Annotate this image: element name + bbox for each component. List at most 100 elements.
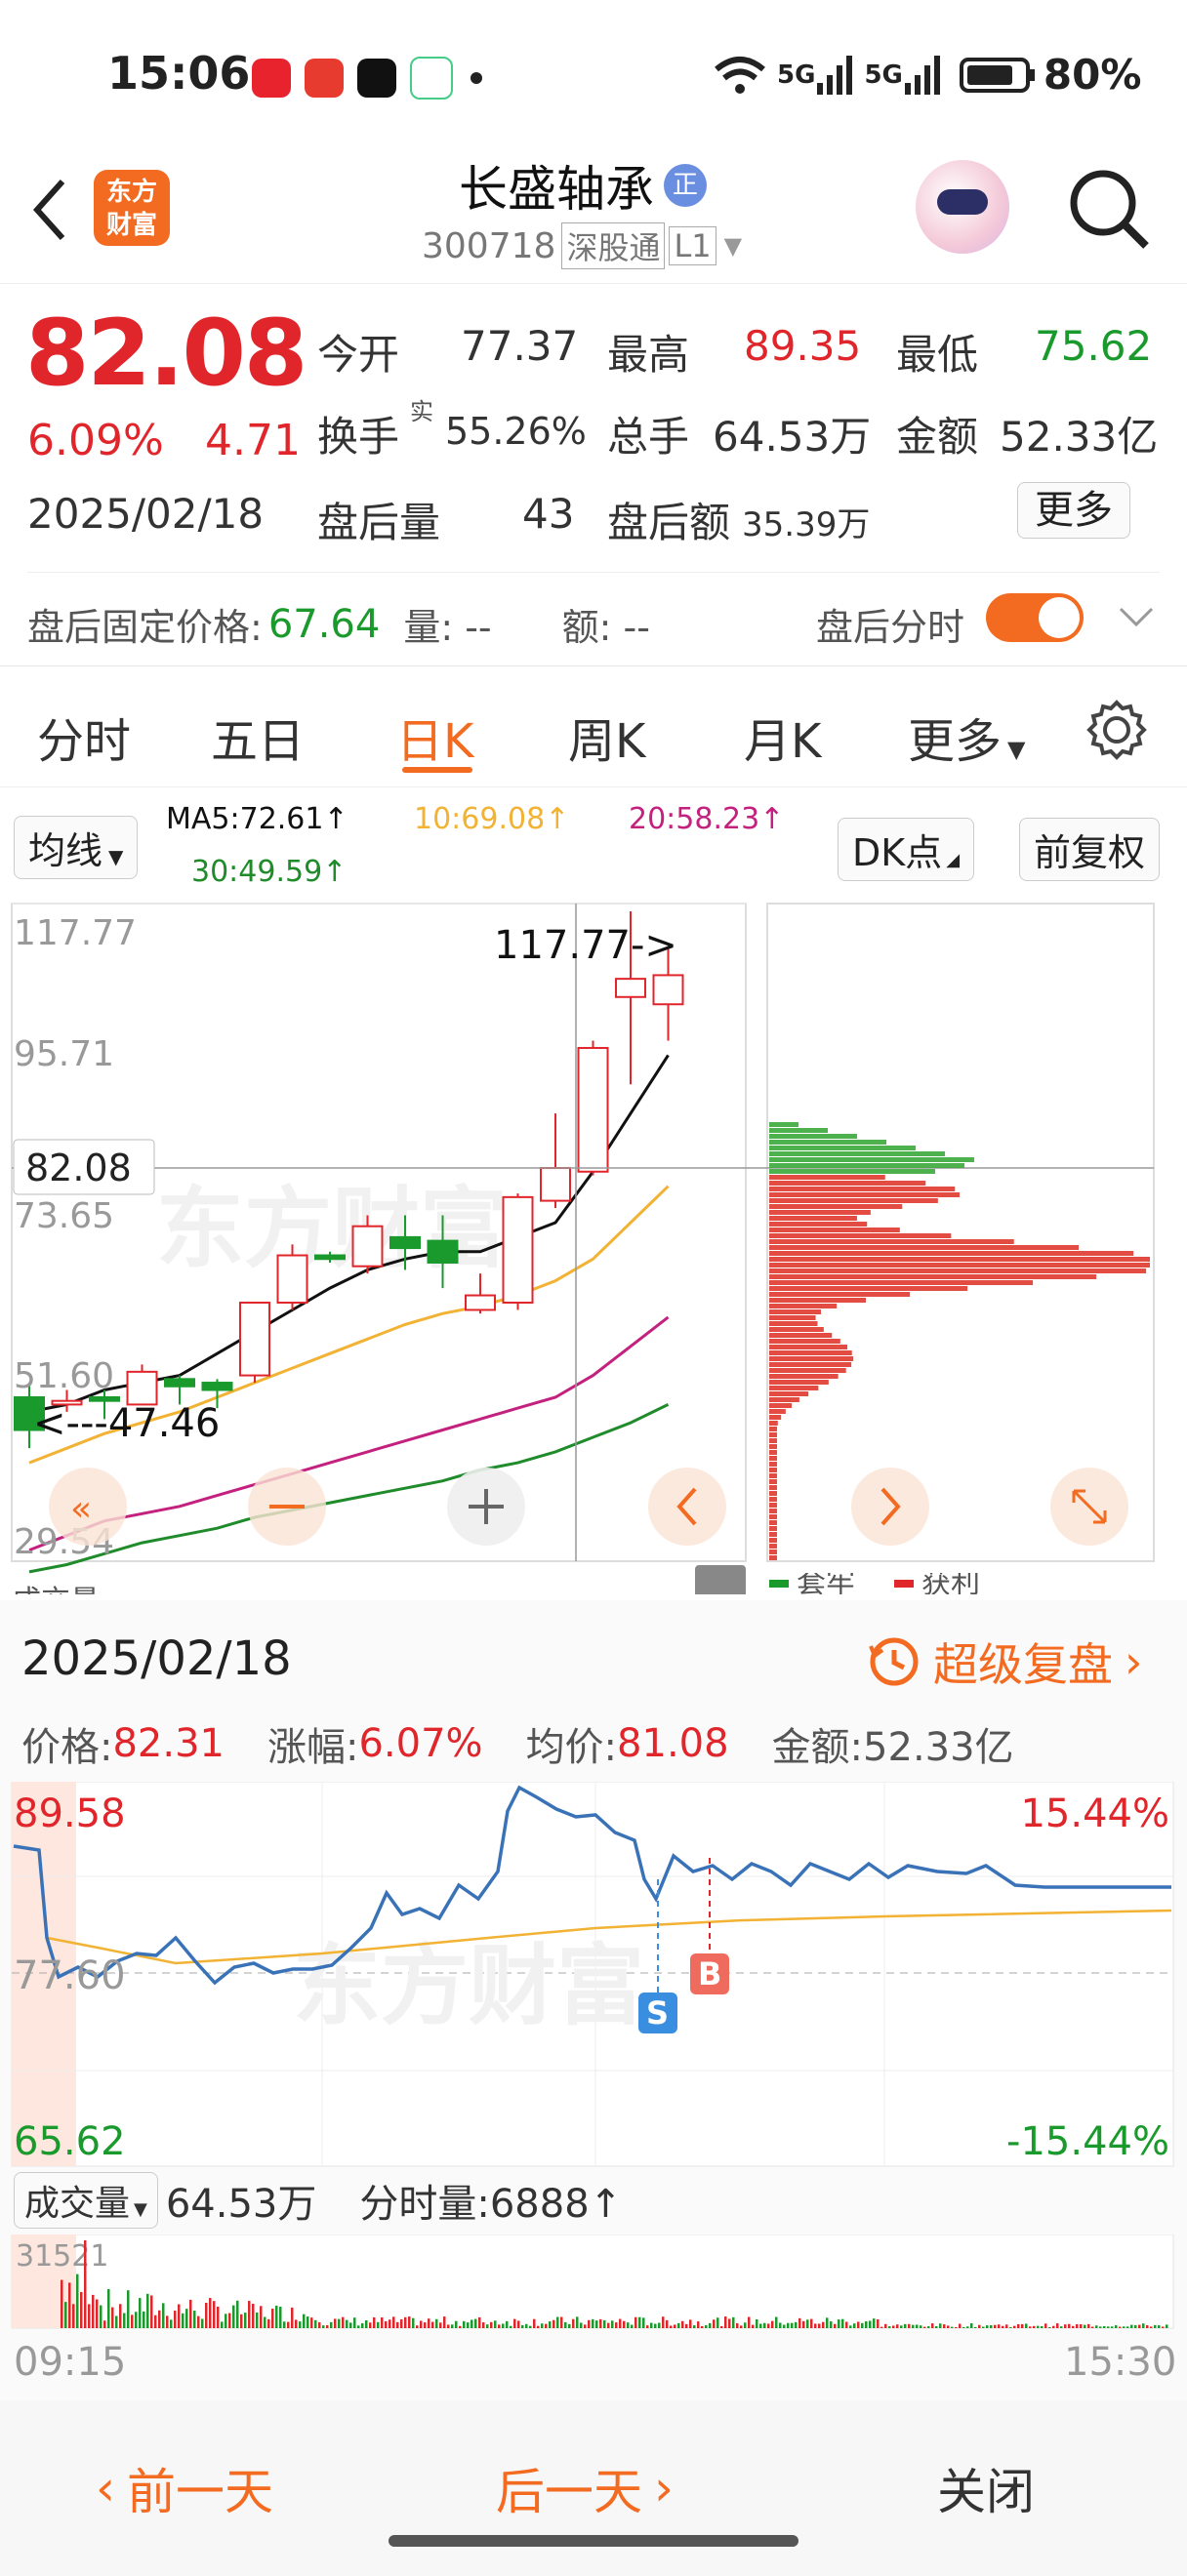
fixed-price-label: 盘后固定价格: (27, 606, 263, 649)
quote-date: 2025/02/18 (27, 490, 265, 538)
minute-avg-label: 均价: (525, 1725, 618, 1770)
tab-minute[interactable]: 分时 (37, 703, 131, 771)
dropdown-icon[interactable]: ▼ (724, 232, 742, 260)
chip-bar-profit (769, 1304, 838, 1308)
min-annotation: <---47.46 (33, 1401, 220, 1446)
volume-bar (709, 2322, 712, 2328)
volume-bar (1103, 2325, 1106, 2328)
chevron-down-icon[interactable] (1117, 605, 1156, 630)
more-button[interactable]: 更多 (1017, 482, 1130, 539)
chip-bar-profit (769, 1415, 782, 1420)
prev-day-button[interactable]: ‹ 前一天 (96, 2453, 273, 2523)
volume-bar (158, 2310, 161, 2328)
next-candle-button[interactable] (851, 1468, 929, 1546)
volume-bar (1087, 2323, 1090, 2328)
volume-bar (966, 2326, 969, 2328)
ma-selector[interactable]: 均线 ▼ (14, 816, 139, 879)
volume-bar (564, 2321, 567, 2328)
volume-bar (1162, 2326, 1165, 2328)
volume-bar (802, 2320, 805, 2328)
chip-bar-loss (769, 1169, 935, 1174)
signal-label-1: 5G (777, 60, 816, 90)
volume-bar (127, 2290, 130, 2328)
tab-active-indicator (402, 767, 472, 773)
ma10-legend: 10:69.08↑ (414, 802, 570, 836)
volume-bar (681, 2320, 684, 2328)
kline-y-label: 117.77 (14, 913, 137, 953)
volume-bar (838, 2319, 840, 2328)
close-button[interactable]: 关闭 (937, 2453, 1035, 2523)
kline-chart[interactable]: 东方财富 117.77 95.71 73.65 51.60 29.54 82.0… (0, 898, 1187, 1600)
chip-bar-loss (769, 1151, 945, 1156)
chip-bar-profit (769, 1427, 777, 1431)
volume-bar (865, 2321, 868, 2328)
volume-bar (931, 2323, 934, 2328)
chip-bar-profit (769, 1315, 816, 1320)
minute-volume-total: 64.53万 (165, 2182, 317, 2227)
volume-bar (545, 2323, 548, 2328)
volume-bar (182, 2313, 184, 2328)
chip-bar-profit (769, 1374, 839, 1379)
volume-bar (880, 2326, 883, 2328)
minute-volume-selector[interactable]: 成交量 ▼ (14, 2172, 158, 2229)
collapse-handle[interactable] (695, 1565, 746, 1594)
volume-bar (111, 2307, 114, 2328)
volume-bar (861, 2322, 864, 2328)
volume-bar (1068, 2323, 1071, 2328)
volume-bar (537, 2325, 540, 2328)
volume-bar (474, 2318, 477, 2328)
volume-bar (752, 2324, 755, 2328)
volume-bar (228, 2313, 231, 2328)
tab-monthly-k[interactable]: 月K (744, 703, 821, 771)
chevron-left-icon[interactable] (27, 176, 70, 244)
tab-weekly-k[interactable]: 周K (568, 703, 645, 771)
volume-bar (1013, 2325, 1016, 2328)
volume-bar (447, 2324, 450, 2328)
super-review-button[interactable]: 超级复盘 › (865, 1630, 1142, 1694)
minute-chart[interactable]: 东方财富 S B 89.58 77.60 65.62 15.44% -15.44… (0, 1782, 1187, 2172)
volume-bar (150, 2295, 153, 2328)
chip-bar-profit (769, 1345, 848, 1349)
tab-daily-k[interactable]: 日K (396, 703, 473, 771)
next-day-button[interactable]: 后一天 › (496, 2453, 674, 2523)
volume-bar (1123, 2326, 1126, 2328)
time-start: 09:15 (14, 2340, 127, 2385)
search-icon[interactable] (1066, 166, 1154, 254)
change-value: 4.71 (205, 416, 301, 465)
volume-bar (490, 2321, 493, 2328)
gear-icon[interactable] (1085, 699, 1148, 761)
chip-bar-profit (769, 1298, 867, 1303)
minute-amount-label: 金额: (771, 1725, 864, 1770)
chevron-right-icon: › (1125, 1635, 1143, 1688)
volume-bar (677, 2322, 680, 2328)
volume-bar (486, 2324, 489, 2328)
volume-max-label: 31521 (16, 2239, 108, 2274)
volume-bar (1044, 2323, 1047, 2328)
volume-bar (143, 2311, 145, 2328)
volume-bar (287, 2321, 290, 2328)
chip-bar-profit (769, 1409, 786, 1414)
volume-bar (603, 2319, 606, 2328)
tab-five-day[interactable]: 五日 (211, 703, 305, 771)
chip-bar-profit (769, 1555, 777, 1560)
chip-bar-profit (769, 1204, 903, 1209)
tab-more[interactable]: 更多 ▼ (908, 703, 1025, 771)
volume-bar (217, 2306, 220, 2328)
adjustment-button[interactable]: 前复权 (1019, 818, 1161, 881)
volume-bar (416, 2325, 419, 2328)
dk-point-button[interactable]: DK点 ◢ (838, 818, 975, 881)
candle-body (652, 974, 684, 1006)
level-tag: L1 (669, 226, 716, 265)
volume-bar (1091, 2326, 1094, 2328)
ma5-legend: MA5:72.61↑ (166, 802, 348, 836)
assistant-robot-icon[interactable] (916, 160, 1009, 254)
volume-bar (580, 2322, 583, 2328)
volume-bar (646, 2325, 649, 2328)
volume-bar (404, 2316, 407, 2328)
volume-bar (806, 2319, 809, 2328)
after-minute-toggle[interactable] (986, 593, 1084, 642)
chip-bar-profit (769, 1245, 1080, 1250)
prev-candle-button[interactable] (648, 1468, 726, 1546)
chip-bar-profit (769, 1181, 926, 1186)
volume-bar (346, 2319, 348, 2328)
